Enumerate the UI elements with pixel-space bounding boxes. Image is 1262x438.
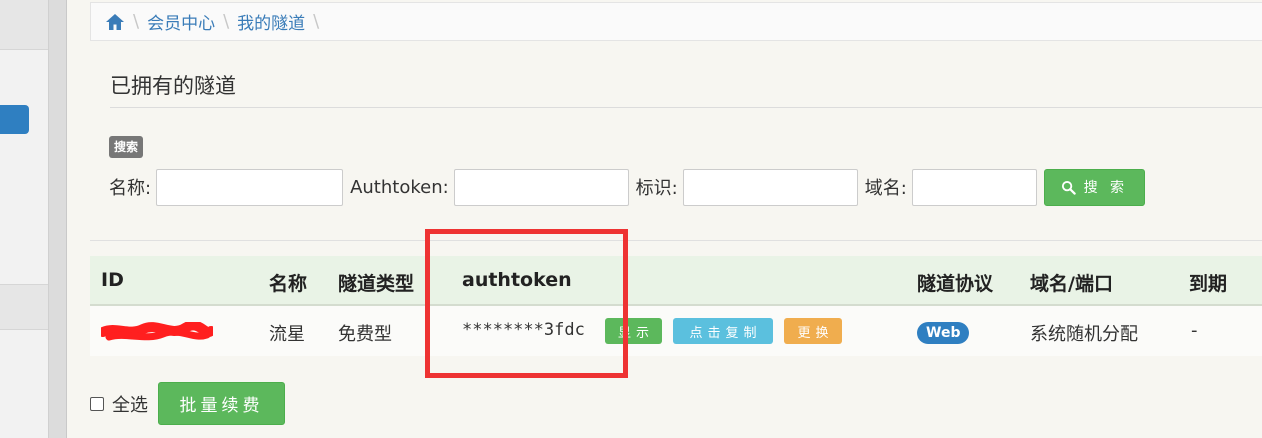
domain-label: 域名: [864,178,907,199]
select-all[interactable]: 全选 [90,391,148,417]
select-all-label: 全选 [112,395,148,416]
authtoken-label: Authtoken: [350,176,449,198]
ident-label: 标识: [635,178,678,199]
breadcrumb-separator: \ [133,11,140,32]
name-label: 名称: [109,178,152,199]
home-icon[interactable] [105,12,125,32]
breadcrumb-separator: \ [223,11,230,32]
name-input[interactable] [156,168,344,206]
annotation-highlight-box [425,229,628,378]
protocol-badge: Web [917,322,970,344]
header-name: 名称 [269,273,308,295]
select-all-checkbox[interactable] [90,397,104,411]
tunnel-type: 免费型 [338,324,392,345]
sidebar-item[interactable] [0,284,48,330]
page-title: 已拥有的隧道 [110,74,236,98]
scroll-gutter [49,0,67,438]
breadcrumb-member-center[interactable]: 会员中心 [147,9,215,34]
header-expire: 到期 [1189,273,1228,295]
header-domain-port: 域名/端口 [1030,273,1113,295]
table-row: 流星 免费型 ********3fdc 显示 点击复制 更换 Web 系统随机分… [90,306,1262,356]
copy-token-button[interactable]: 点击复制 [673,318,773,344]
sidebar-item[interactable] [0,0,48,50]
search-form: 名称: Authtoken: 标识: 域名: 搜 索 [109,168,1145,206]
search-button-label: 搜 索 [1083,180,1129,196]
domain-input[interactable] [911,168,1037,206]
search-button[interactable]: 搜 索 [1043,168,1145,206]
breadcrumb-separator: \ [313,11,320,32]
redaction-scribble [101,322,213,341]
change-token-button[interactable]: 更换 [784,318,842,344]
divider [90,240,1262,241]
header-id: ID [101,269,124,291]
expire-value: - [1191,320,1198,341]
tunnel-name: 流星 [269,324,305,345]
header-type: 隧道类型 [338,273,415,295]
left-sidebar [0,0,48,438]
authtoken-input[interactable] [453,168,629,206]
ident-input[interactable] [682,168,858,206]
breadcrumb-my-tunnels[interactable]: 我的隧道 [237,9,305,34]
domain-port-value: 系统随机分配 [1030,324,1138,345]
sidebar-active-item[interactable] [0,105,29,134]
header-protocol: 隧道协议 [917,273,994,295]
divider [110,107,1262,108]
search-badge: 搜索 [109,136,144,158]
search-icon [1061,180,1076,195]
batch-renew-button[interactable]: 批量续费 [158,382,285,425]
table-header: ID 名称 隧道类型 authtoken 隧道协议 域名/端口 到期 [90,256,1262,306]
breadcrumb: \ 会员中心 \ 我的隧道 \ [90,2,1262,41]
